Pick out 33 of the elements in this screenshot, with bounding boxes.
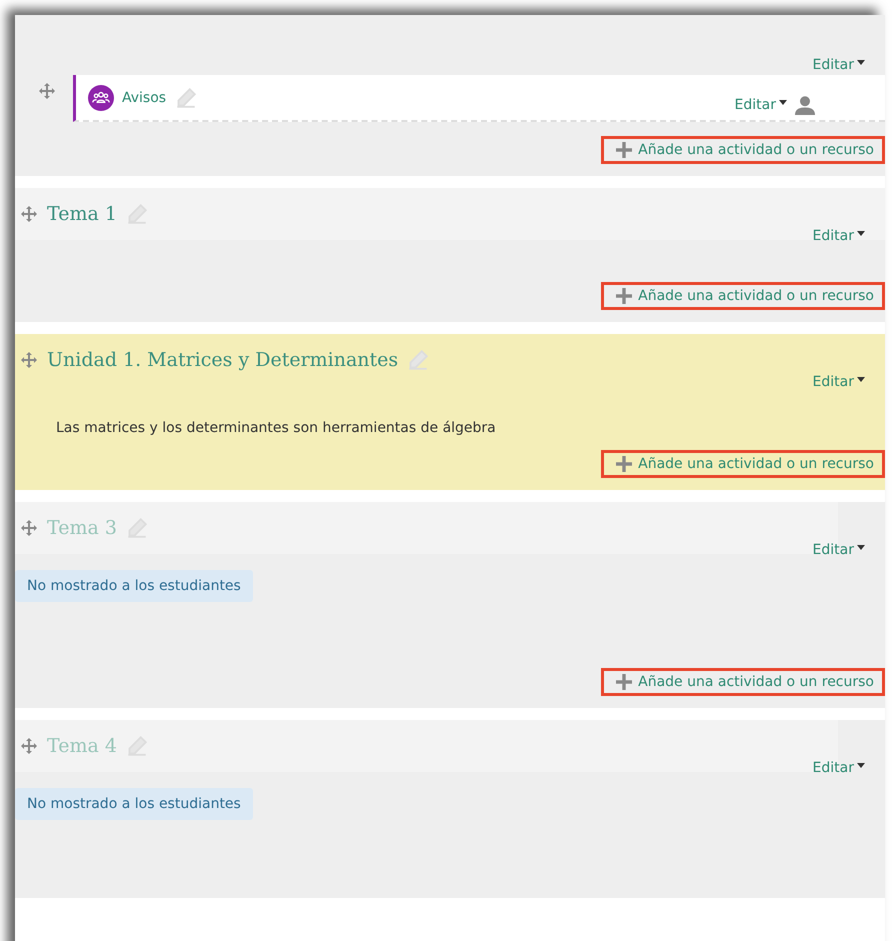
- visibility-badge: No mostrado a los estudiantes: [15, 570, 253, 602]
- add-activity-link[interactable]: Añade una actividad o un recurso: [601, 282, 885, 310]
- add-activity-link[interactable]: Añade una actividad o un recurso: [601, 136, 885, 164]
- edit-menu-link[interactable]: Editar: [734, 96, 787, 112]
- edit-menu-link[interactable]: Editar: [812, 374, 865, 390]
- people-icon: [88, 84, 114, 110]
- add-activity-link[interactable]: Añade una actividad o un recurso: [601, 668, 885, 696]
- plus-icon: [616, 456, 632, 472]
- section-title[interactable]: Unidad 1. Matrices y Determinantes: [47, 349, 398, 371]
- edit-menu-link[interactable]: Editar: [812, 760, 865, 776]
- move-icon[interactable]: [21, 206, 37, 222]
- caret-icon: [857, 763, 865, 768]
- activity-link[interactable]: Avisos: [122, 90, 166, 106]
- move-icon[interactable]: [21, 352, 37, 368]
- move-icon[interactable]: [21, 520, 37, 536]
- caret-icon: [857, 545, 865, 550]
- edit-menu-link[interactable]: Editar: [812, 228, 865, 244]
- edit-menu-link[interactable]: Editar: [812, 542, 865, 558]
- plus-icon: [616, 142, 632, 158]
- add-activity-link[interactable]: Añade una actividad o un recurso: [601, 450, 885, 478]
- plus-icon: [616, 288, 632, 304]
- move-icon[interactable]: [39, 82, 55, 98]
- person-icon[interactable]: [795, 94, 815, 114]
- caret-icon: [857, 377, 865, 382]
- caret-icon: [857, 231, 865, 236]
- edit-menu-link[interactable]: Editar: [812, 57, 865, 73]
- section-title[interactable]: Tema 1: [47, 203, 117, 225]
- move-icon[interactable]: [21, 738, 37, 754]
- section-summary: Las matrices y los determinantes son herramientas de álgebra: [56, 420, 496, 436]
- plus-icon: [616, 674, 632, 690]
- caret-icon: [779, 100, 787, 104]
- caret-icon: [857, 60, 865, 65]
- visibility-badge: No mostrado a los estudiantes: [15, 788, 253, 820]
